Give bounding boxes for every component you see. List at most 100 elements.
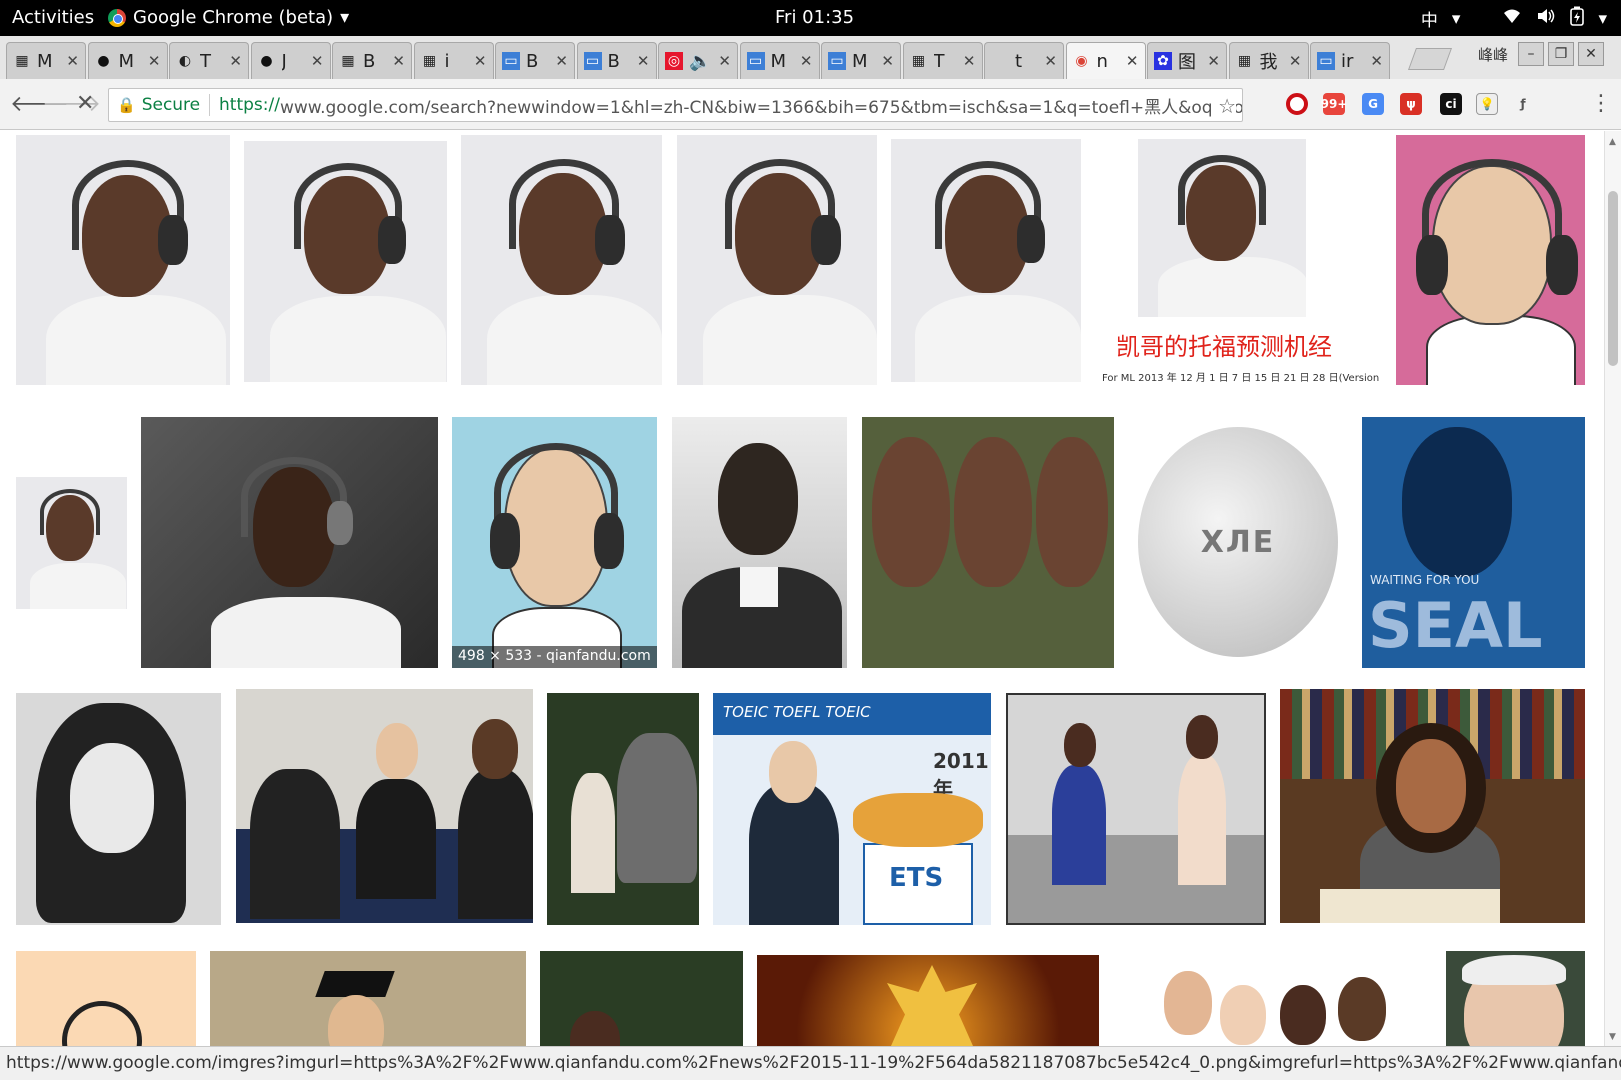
baidu-favicon-icon: ✿ (1154, 52, 1172, 70)
result-image-fashion[interactable] (1006, 693, 1266, 925)
new-tab-button[interactable] (1407, 48, 1453, 70)
result-image-woman-bw[interactable] (16, 693, 221, 925)
result-image-headset-man[interactable] (891, 139, 1081, 382)
badge-extension-icon[interactable]: 99+ (1321, 93, 1347, 115)
browser-tab[interactable]: ▦ 我 ✕ (1228, 42, 1309, 79)
tab-close-icon[interactable]: ✕ (881, 52, 894, 70)
tab-close-icon[interactable]: ✕ (718, 52, 731, 70)
blue-favicon-icon: ▭ (746, 52, 765, 70)
result-image-vintage-portrait[interactable] (672, 417, 847, 668)
result-image-ets-award[interactable]: TOEIC TOEFL TOEIC 2011年 ETS (713, 693, 991, 925)
system-tray[interactable]: 中 ▾ ▾ (1421, 6, 1607, 31)
browser-tab[interactable]: ▭ M ✕ (821, 42, 901, 79)
result-image-student-library[interactable] (1280, 689, 1585, 923)
result-image-naruto[interactable] (757, 955, 1099, 1046)
result-image-group-smiling[interactable] (1140, 951, 1405, 1046)
scroll-up-arrow-icon[interactable]: ▲ (1609, 137, 1616, 147)
tab-close-icon[interactable]: ✕ (555, 52, 568, 70)
translate-extension-icon[interactable]: G (1362, 93, 1384, 115)
result-image-seal-album[interactable]: WAITING FOR YOU SEAL (1362, 417, 1585, 668)
vertical-scrollbar[interactable]: ▲ ▼ (1604, 131, 1621, 1046)
result-image-headset-man[interactable] (677, 135, 877, 385)
scroll-down-arrow-icon[interactable]: ▼ (1609, 1032, 1616, 1042)
stop-loading-icon[interactable]: ✕ (76, 91, 94, 116)
result-image-elderly-man[interactable] (1446, 951, 1585, 1046)
tab-close-icon[interactable]: ✕ (392, 52, 405, 70)
profile-button[interactable]: 峰峰 (1478, 44, 1508, 65)
tab-close-icon[interactable]: ✕ (1044, 52, 1057, 70)
f-extension-icon[interactable]: ƒ (1512, 93, 1534, 115)
result-image-cartoon-outline[interactable] (16, 951, 196, 1046)
close-window-button[interactable]: ✕ (1578, 42, 1604, 66)
result-image-headset-man[interactable] (244, 141, 447, 382)
result-image-cartoon-headset-pink[interactable] (1396, 135, 1585, 385)
maximize-button[interactable]: ❐ (1548, 42, 1574, 66)
browser-tab[interactable]: ● J ✕ (250, 42, 331, 79)
album-title: SEAL (1368, 589, 1543, 662)
browser-tab[interactable]: ✿ 图 ✕ (1147, 42, 1227, 79)
activities-button[interactable]: Activities (12, 7, 94, 28)
browser-tab[interactable]: ▦ B ✕ (332, 42, 412, 79)
tab-close-icon[interactable]: ✕ (1370, 52, 1383, 70)
tab-close-icon[interactable]: ✕ (311, 52, 324, 70)
browser-tab[interactable]: ◐ T ✕ (169, 42, 249, 79)
red-extension-icon[interactable]: ψ (1400, 93, 1422, 115)
tab-close-icon[interactable]: ✕ (148, 52, 161, 70)
album-subtitle: WAITING FOR YOU (1370, 573, 1480, 587)
tab-close-icon[interactable]: ✕ (963, 52, 976, 70)
tab-title: B (526, 50, 539, 72)
result-image-headset-man[interactable] (16, 135, 230, 385)
browser-tab[interactable]: ▦ i ✕ (413, 42, 494, 79)
ci-extension-icon[interactable]: ci (1440, 93, 1462, 115)
browser-tab[interactable]: t ✕ (984, 42, 1064, 79)
more-menu-icon[interactable]: ⋮ (1590, 91, 1612, 116)
tab-close-icon[interactable]: ✕ (1207, 52, 1220, 70)
tab-close-icon[interactable]: ✕ (637, 52, 650, 70)
bulb-extension-icon[interactable]: 💡 (1476, 93, 1498, 115)
result-image-graduate[interactable] (210, 951, 526, 1046)
url-scheme: https:// (219, 95, 280, 115)
browser-toolbar: 🡐 🡒 ✕ 🔒 Secure https:// www.google.com/s… (0, 79, 1621, 130)
omnibox-separator (209, 94, 211, 116)
tab-close-icon[interactable]: ✕ (474, 52, 487, 70)
browser-tab[interactable]: ▭ B ✕ (576, 42, 657, 79)
browser-tab[interactable]: ● M ✕ (87, 42, 168, 79)
result-image-headset-man[interactable] (461, 135, 662, 385)
result-image-kaige-toefl[interactable]: 凯哥的托福预测机经 For ML 2013 年 12 月 1 日 7 日 15 … (1102, 135, 1380, 385)
browser-tab[interactable]: ▭ M ✕ (739, 42, 820, 79)
result-image-cartoon-headset-blue[interactable]: 498 × 533 - qianfandu.com (452, 417, 657, 668)
result-image-dark-forest[interactable] (540, 951, 743, 1046)
app-menu[interactable]: Google Chrome (beta) ▾ (108, 7, 349, 28)
result-image-tattoo-faces[interactable] (862, 417, 1114, 668)
tab-title: T (200, 50, 211, 72)
minimize-button[interactable]: – (1518, 42, 1544, 66)
clock[interactable]: Fri 01:35 (775, 7, 854, 28)
tab-close-icon[interactable]: ✕ (800, 52, 813, 70)
scrollbar-thumb[interactable] (1608, 191, 1618, 366)
result-image-letter-sphere[interactable]: ХЛЕ (1128, 417, 1348, 668)
tab-title: 我 (1259, 52, 1278, 73)
bookmark-star-icon[interactable]: ☆ (1214, 94, 1236, 118)
tab-close-icon[interactable]: ✕ (66, 52, 79, 70)
tab-title: M (37, 50, 53, 72)
browser-tab[interactable]: ▦ M ✕ (6, 42, 86, 79)
address-bar[interactable]: 🔒 Secure https:// www.google.com/search?… (108, 88, 1243, 122)
tab-close-icon[interactable]: ✕ (1126, 52, 1139, 70)
weibo-favicon-icon: ◎ (665, 52, 683, 70)
tab-close-icon[interactable]: ✕ (1289, 52, 1302, 70)
browser-tab[interactable]: ◉ n ✕ (1065, 42, 1146, 79)
browser-tab[interactable]: ▭ B ✕ (495, 42, 575, 79)
tab-title: T (933, 50, 945, 72)
volume-icon (1536, 7, 1556, 30)
opera-extension-icon[interactable] (1286, 93, 1308, 115)
input-method-indicator[interactable]: 中 (1421, 6, 1438, 31)
tab-close-icon[interactable]: ✕ (229, 52, 242, 70)
result-image-elephant[interactable] (547, 693, 699, 925)
browser-tab[interactable]: ▭ ir ✕ (1310, 42, 1390, 79)
result-image-meeting[interactable] (236, 689, 533, 923)
tab-title: i (444, 50, 450, 72)
result-image-man-listening[interactable] (141, 417, 438, 668)
browser-tab[interactable]: ◎ 🔈 ✕ (658, 42, 738, 79)
browser-tab[interactable]: ▦ T ✕ (902, 42, 983, 79)
result-image-headset-man-small[interactable] (16, 477, 127, 609)
